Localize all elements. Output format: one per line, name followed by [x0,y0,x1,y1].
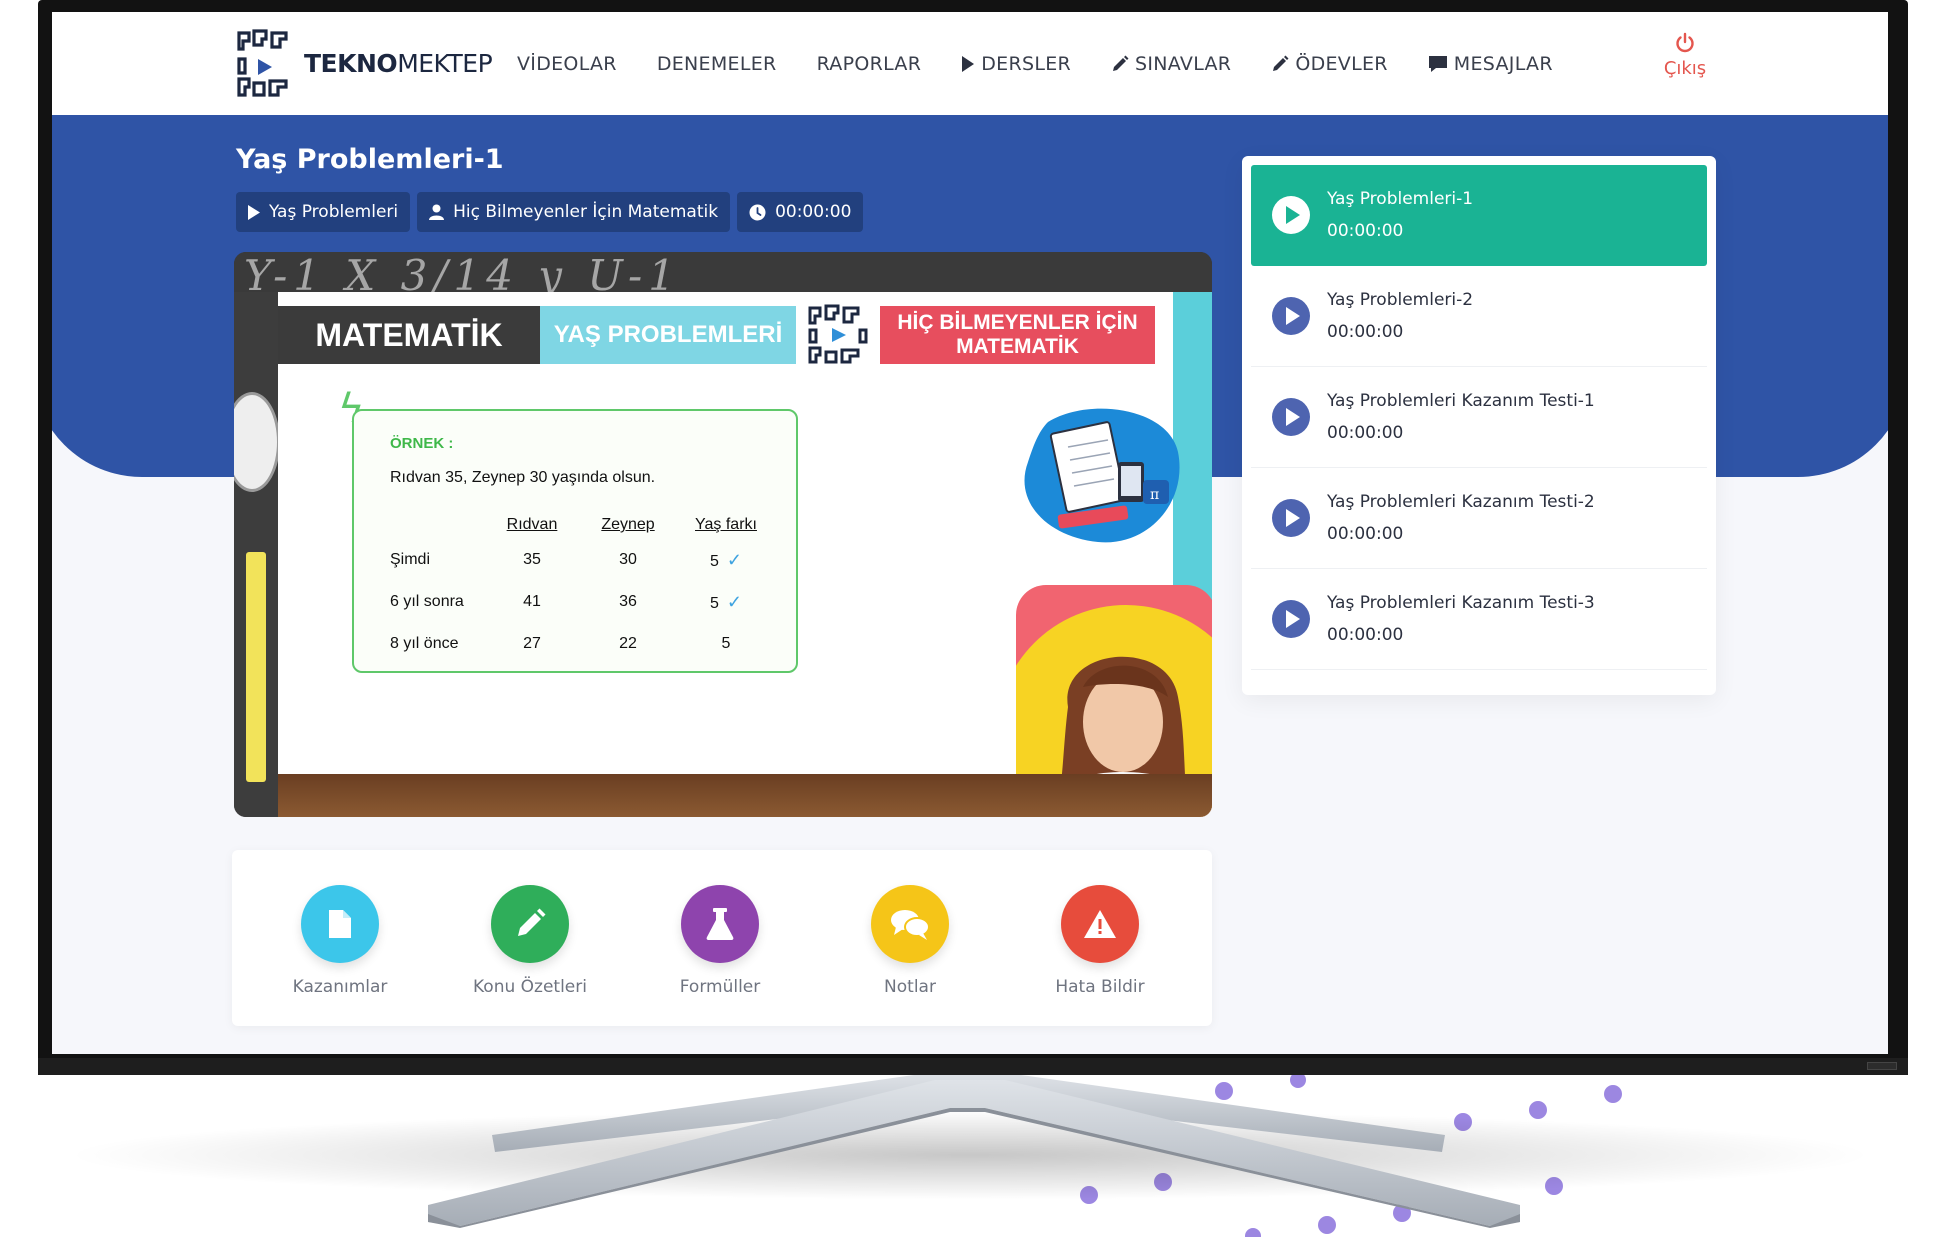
playlist-item-3[interactable]: Yaş Problemleri Kazanım Testi-1 00:00:00 [1251,367,1707,468]
stand-shadow [60,1110,1880,1200]
drawing-toolbar [246,552,266,782]
notlar-label: Notlar [884,977,936,997]
playlist-item-5[interactable]: Yaş Problemleri Kazanım Testi-3 00:00:00 [1251,569,1707,670]
chat-bubbles-icon [891,910,930,940]
play-circle-icon [1272,398,1310,436]
hata-bildir-label: Hata Bildir [1055,977,1145,997]
playlist-item-2[interactable]: Yaş Problemleri-2 00:00:00 [1251,266,1707,367]
column-header: Rıdvan [506,516,558,533]
warning-icon [1084,910,1116,938]
table-row: Şimdi 35 30 5 ✓ [390,549,742,570]
action-panel: Kazanımlar Konu Özetleri Formüller Notla… [232,850,1212,1026]
example-statement: Rıdvan 35, Zeynep 30 yaşında olsun. [390,469,656,486]
slide-subject-header: MATEMATİK [278,306,540,364]
nav-item-odevler[interactable]: ÖDEVLER [1271,53,1387,75]
nav-menu: VİDEOLAR DENEMELER RAPORLAR DERSLER SINA… [517,12,1593,115]
tv-power-led [1867,1062,1897,1070]
brand-name: TEKNOMEKTEP [304,48,493,78]
formuller-circle [681,885,759,963]
konu-ozetleri-button[interactable]: Konu Özetleri [450,885,610,997]
playlist-item-title: Yaş Problemleri Kazanım Testi-2 [1327,492,1595,512]
play-circle-icon [1272,600,1310,638]
playlist-item-time: 00:00:00 [1327,423,1404,443]
topic-chip: Yaş Problemleri [236,192,411,232]
playlist-item-time: 00:00:00 [1327,221,1404,241]
lesson-playlist: Yaş Problemleri-1 00:00:00 Yaş Problemle… [1242,156,1716,695]
playlist-item-title: Yaş Problemleri-1 [1327,189,1474,209]
page-title: Yaş Problemleri-1 [236,144,504,175]
playlist-item-title: Yaş Problemleri-2 [1327,290,1474,310]
playlist-item-time: 00:00:00 [1327,625,1404,645]
nav-item-mesajlar[interactable]: MESAJLAR [1428,53,1553,75]
notlar-button[interactable]: Notlar [830,885,990,997]
formuller-button[interactable]: Formüller [640,885,800,997]
hata-bildir-button[interactable]: Hata Bildir [1020,885,1180,997]
example-box: ÖRNEK : Rıdvan 35, Zeynep 30 yaşında ols… [352,409,798,673]
tv-bottom-strip [38,1058,1908,1075]
pencil-icon [518,908,546,936]
document-icon [329,910,351,938]
slide-topic-header: YAŞ PROBLEMLERİ [540,306,796,364]
example-table: Rıdvan Zeynep Yaş farkı Şimdi 35 30 5 ✓ 6… [390,511,776,665]
power-icon [1676,32,1694,53]
lesson-meta: Yaş Problemleri Hiç Bilmeyenler İçin Mat… [236,192,870,232]
playlist-item-title: Yaş Problemleri Kazanım Testi-3 [1327,593,1595,613]
playlist-item-time: 00:00:00 [1327,524,1404,544]
play-icon [962,55,975,72]
formuller-label: Formüller [679,977,761,997]
divider [1251,669,1707,670]
play-icon [248,204,260,220]
column-header: Zeynep [601,516,655,533]
top-navbar: TEKNOMEKTEP VİDEOLAR DENEMELER RAPORLAR … [52,12,1888,115]
kazanimlar-button[interactable]: Kazanımlar [260,885,420,997]
column-header: Yaş farkı [695,516,757,533]
video-player[interactable]: Y-1 X 3/14 y U-1 MATEMATİK YAŞ PROBLEMLE… [234,252,1212,817]
playlist-item-title: Yaş Problemleri Kazanım Testi-1 [1327,391,1595,411]
konu-ozetleri-label: Konu Özetleri [473,977,587,997]
study-illustration-icon: π [1024,408,1180,543]
course-chip: Hiç Bilmeyenler İçin Matematik [417,192,731,232]
nav-item-sinavlar[interactable]: SINAVLAR [1111,53,1231,75]
logout-button[interactable]: Çıkış [1650,32,1720,79]
example-heading: ÖRNEK : [390,435,454,452]
user-icon [429,204,445,220]
chalkboard-strip: Y-1 X 3/14 y U-1 [234,252,1212,292]
nav-item-raporlar[interactable]: RAPORLAR [817,53,922,75]
table-row: 6 yıl sonra 41 36 5 ✓ [390,591,742,612]
duration-chip: 00:00:00 [737,192,864,232]
playlist-item-time: 00:00:00 [1327,322,1404,342]
table-row: 8 yıl önce 27 22 5 [390,635,731,652]
play-circle-icon [1272,499,1310,537]
desk-strip [278,774,1212,817]
slide-series-header: HİÇ BİLMEYENLER İÇİN MATEMATİK [880,306,1155,364]
brand-logo-mark-icon [237,29,288,97]
checkmark-icon: ✓ [726,591,742,612]
checkmark-icon: ✓ [726,549,742,570]
svg-text:π: π [1150,487,1159,503]
table-header-row: Rıdvan Zeynep Yaş farkı [390,511,776,539]
kazanimlar-circle [301,885,379,963]
playlist-item-1[interactable]: Yaş Problemleri-1 00:00:00 [1251,165,1707,266]
play-circle-icon [1272,297,1310,335]
kazanimlar-label: Kazanımlar [292,977,388,997]
konu-ozetleri-circle [491,885,569,963]
clock-icon [749,204,766,220]
pencil-icon [1113,55,1129,71]
nav-item-dersler[interactable]: DERSLER [961,53,1071,75]
playlist-item-4[interactable]: Yaş Problemleri Kazanım Testi-2 00:00:00 [1251,468,1707,569]
flask-icon [706,908,734,940]
hata-bildir-circle [1061,885,1139,963]
logout-label: Çıkış [1663,58,1707,79]
lesson-slide: MATEMATİK YAŞ PROBLEMLERİ HİÇ BİLMEYENLE… [278,292,1212,817]
message-icon [1428,55,1447,72]
pencil-icon [1273,55,1289,71]
nav-item-videolar[interactable]: VİDEOLAR [517,53,617,75]
play-circle-icon [1272,196,1310,234]
notlar-circle [871,885,949,963]
tv-screen: TEKNOMEKTEP VİDEOLAR DENEMELER RAPORLAR … [52,12,1888,1054]
nav-item-denemeler[interactable]: DENEMELER [657,53,777,75]
brand-logo[interactable]: TEKNOMEKTEP [236,28,493,98]
slide-logo-icon [804,304,874,366]
